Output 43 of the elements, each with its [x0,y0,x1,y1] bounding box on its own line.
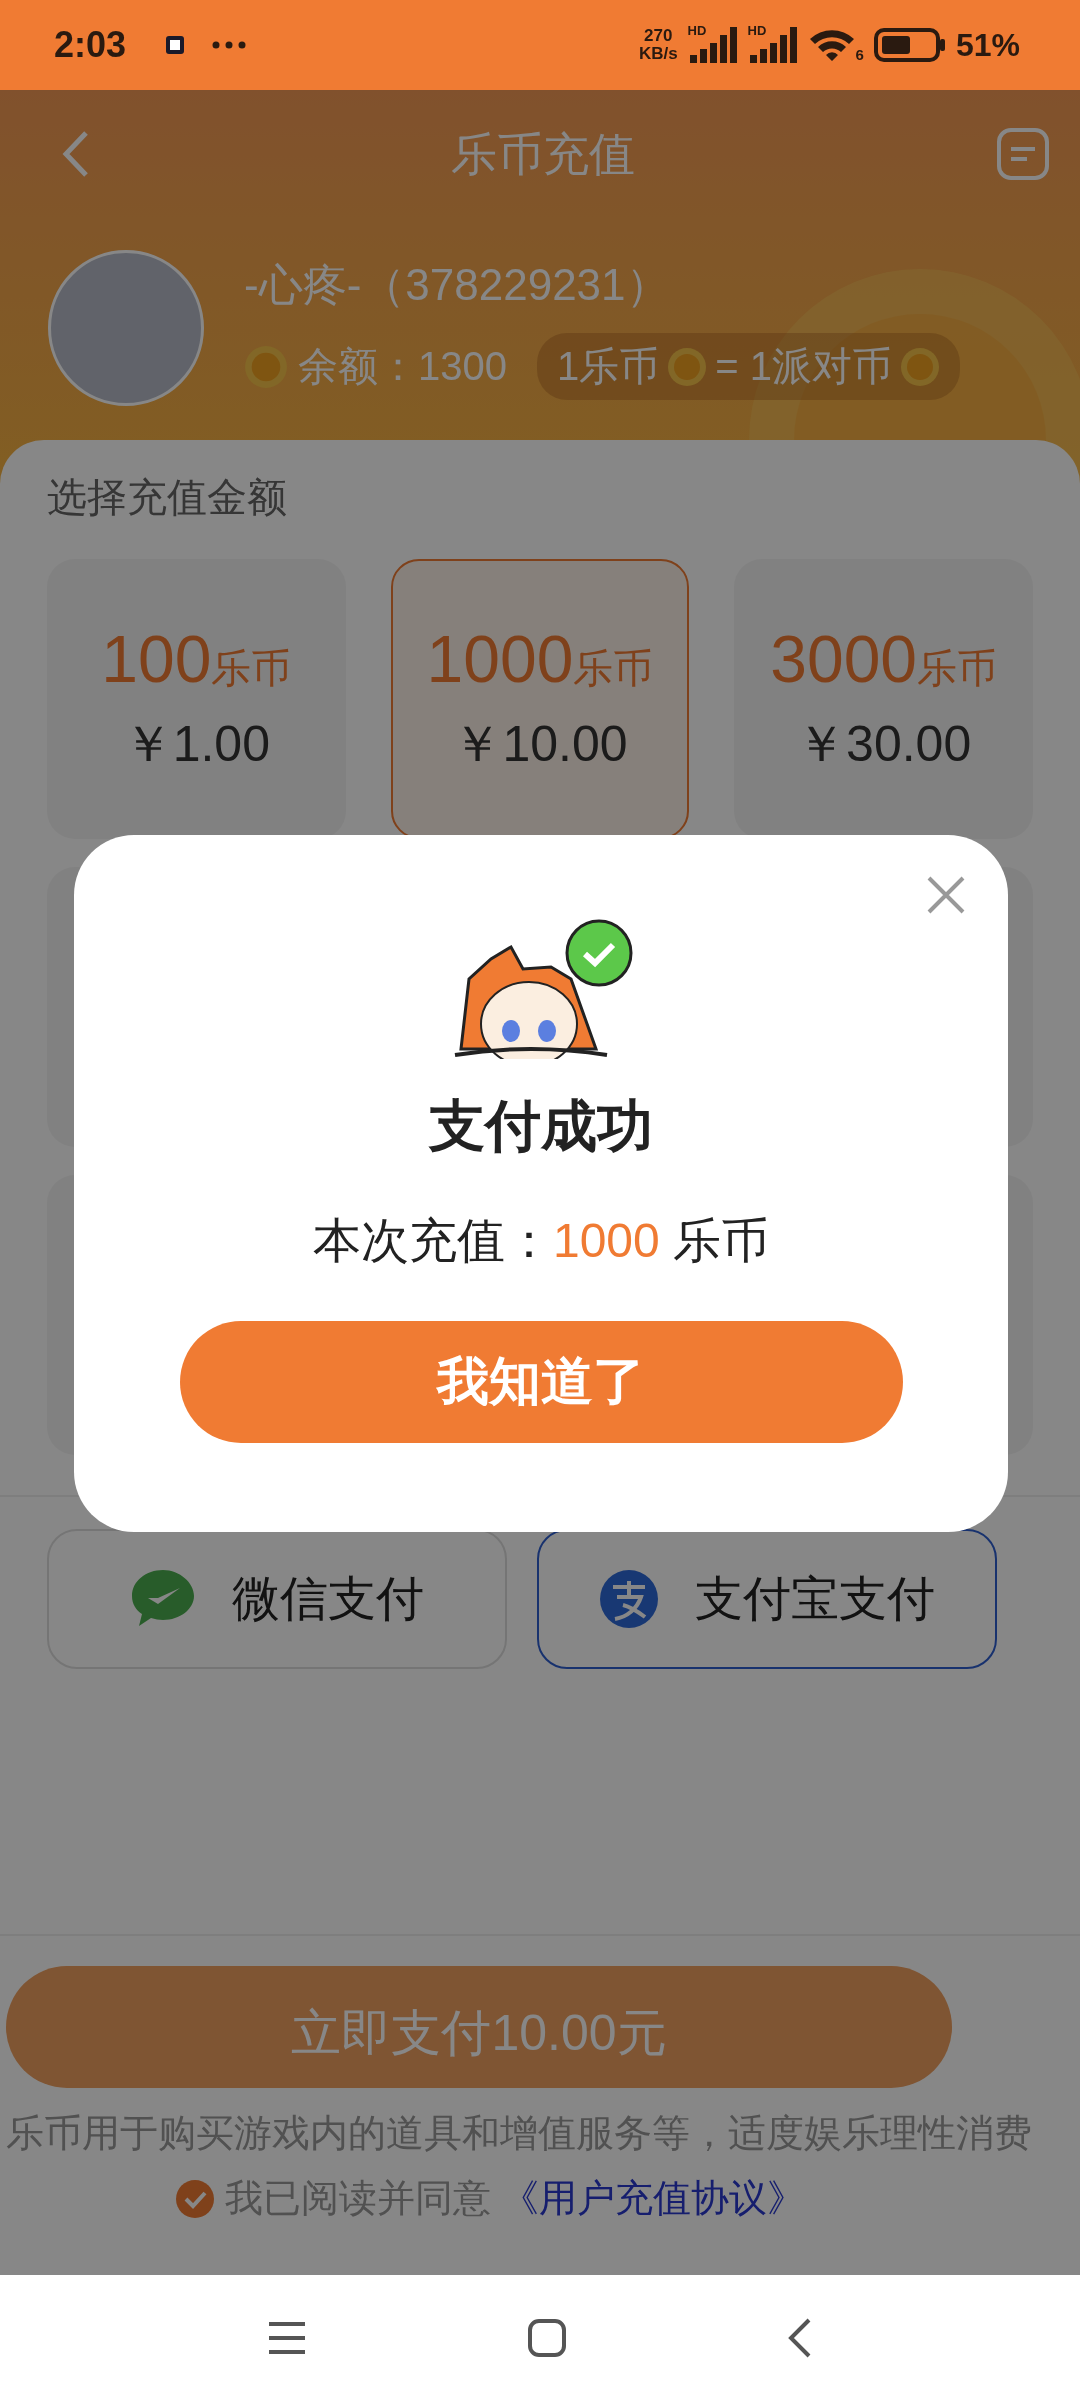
payment-method-button[interactable]: 微信支付 [47,1529,507,1669]
agreement-link[interactable]: 《用户充值协议》 [501,2173,805,2224]
signal-icon [747,27,798,63]
battery-percentage: 51% [955,26,1020,64]
price-text: ￥30.00 [796,714,972,774]
notification-icon [166,36,185,54]
coin-icon [899,346,940,387]
back-icon[interactable] [787,2316,813,2359]
signal-icon [687,27,738,63]
price-text: ￥10.00 [452,714,628,774]
checkbox-checked-icon[interactable] [175,2178,215,2219]
hd-label: HD [747,23,767,38]
status-time: 2:03 [54,24,127,66]
confirm-button[interactable]: 我知道了 [179,1321,903,1443]
amount-option[interactable]: 3000乐币 ￥30.00 [734,559,1033,839]
section-title: 选择充值金额 [47,474,288,521]
menu-icon[interactable] [267,2319,307,2356]
exchange-text: = 1派对币 [715,343,892,390]
coin-unit: 乐币 [573,644,654,692]
home-icon[interactable] [527,2317,567,2358]
coin-amount: 100 [101,620,212,697]
network-speed: KB/s [638,45,678,63]
success-check-icon [565,919,633,987]
amount-option[interactable]: 100乐币 ￥1.00 [47,559,346,839]
balance-text: 余额：1300 [298,343,507,390]
price-text: ￥1.00 [122,714,270,774]
battery-icon [873,27,946,63]
page-title: 乐币充值 [451,127,635,182]
hd-label: HD [687,23,707,38]
payment-method-button[interactable]: 支付宝支付 [537,1529,997,1669]
coin-unit: 乐币 [211,644,292,692]
recharge-message: 本次充值：1000 乐币 [312,1213,770,1269]
wifi-label: 6 [855,46,864,63]
more-dots-icon [212,41,247,49]
coin-unit: 乐币 [917,644,998,692]
user-name: -心疼-（378229231） [244,259,671,311]
coin-icon [667,346,708,387]
alipay-icon [599,1569,659,1629]
dialog-title: 支付成功 [429,1093,653,1159]
coin-amount: 1000 [426,620,574,697]
network-speed: 270 [644,27,673,45]
coin-amount: 3000 [770,620,918,697]
exchange-text: 1乐币 [557,343,660,390]
